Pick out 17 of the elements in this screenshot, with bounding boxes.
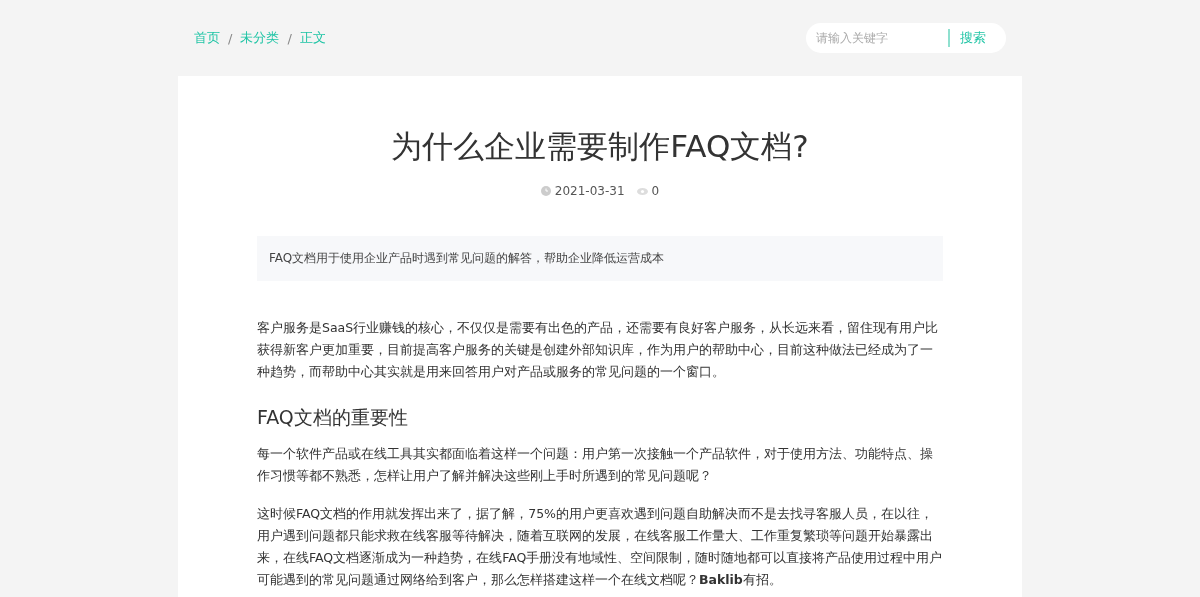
breadcrumb-separator: /: [228, 30, 233, 46]
eye-icon: [636, 187, 648, 195]
breadcrumb-separator: /: [287, 30, 292, 46]
view-count: 0: [651, 184, 660, 198]
breadcrumb-link[interactable]: 正文: [299, 29, 326, 47]
article-title: 为什么企业需要制作FAQ文档?: [390, 127, 810, 166]
post-date: 2021-03-31: [554, 184, 625, 198]
breadcrumb-link[interactable]: 未分类: [240, 29, 280, 47]
search-button[interactable]: 搜索: [960, 29, 986, 47]
paragraph: 客户服务是SaaS行业赚钱的核心，不仅仅是需要有出色的产品，还需要有良好客户服务，从长远来看，留住现有用户比获得新客户更加重要，目前提高客户服务的关键是创建外部知识库，作为用户的帮助中心，目前这种做法已经成为了一种趋势，而帮助中心其实就是用来回答用户对产品或服务的常见问题的一个窗口。: [257, 319, 940, 381]
article-summary: FAQ文档用于使用企业产品时遇到常见问题的解答，帮助企业降低运营成本: [257, 236, 943, 281]
clock-icon: [540, 186, 551, 196]
paragraph: 这时候FAQ文档的作用就发挥出来了，据了解，75%的用户更喜欢遇到问题自助解决而不是去找寻客服人员，在以往，用户遇到问题都只能求救在线客服等待解决，随着互联网的发展，在线客服工作量大、工作重复繁琐等问题开始暴露出来，在线FAQ文档逐渐成为一种趋势，在线FAQ手册没有地域性、空间限制，随时随地都可以直接将产品使用过程中用户可能遇到的常见问题通过网络给到客户，那么怎样搭建这样一个在线文档呢？Baklib有招。: [257, 505, 943, 589]
breadcrumb-link[interactable]: 首页: [194, 29, 220, 47]
section-heading: FAQ文档的重要性: [257, 405, 409, 430]
search-field[interactable]: 请输入关键字 搜索: [806, 23, 1006, 53]
paragraph: 每一个软件产品或在线工具其实都面临着这样一个问题：用户第一次接触一个产品软件，对于使用方法、功能特点、操作习惯等都不熟悉，怎样让用户了解并解决这些刚上手时所遇到的常见问题呢？: [257, 445, 934, 485]
